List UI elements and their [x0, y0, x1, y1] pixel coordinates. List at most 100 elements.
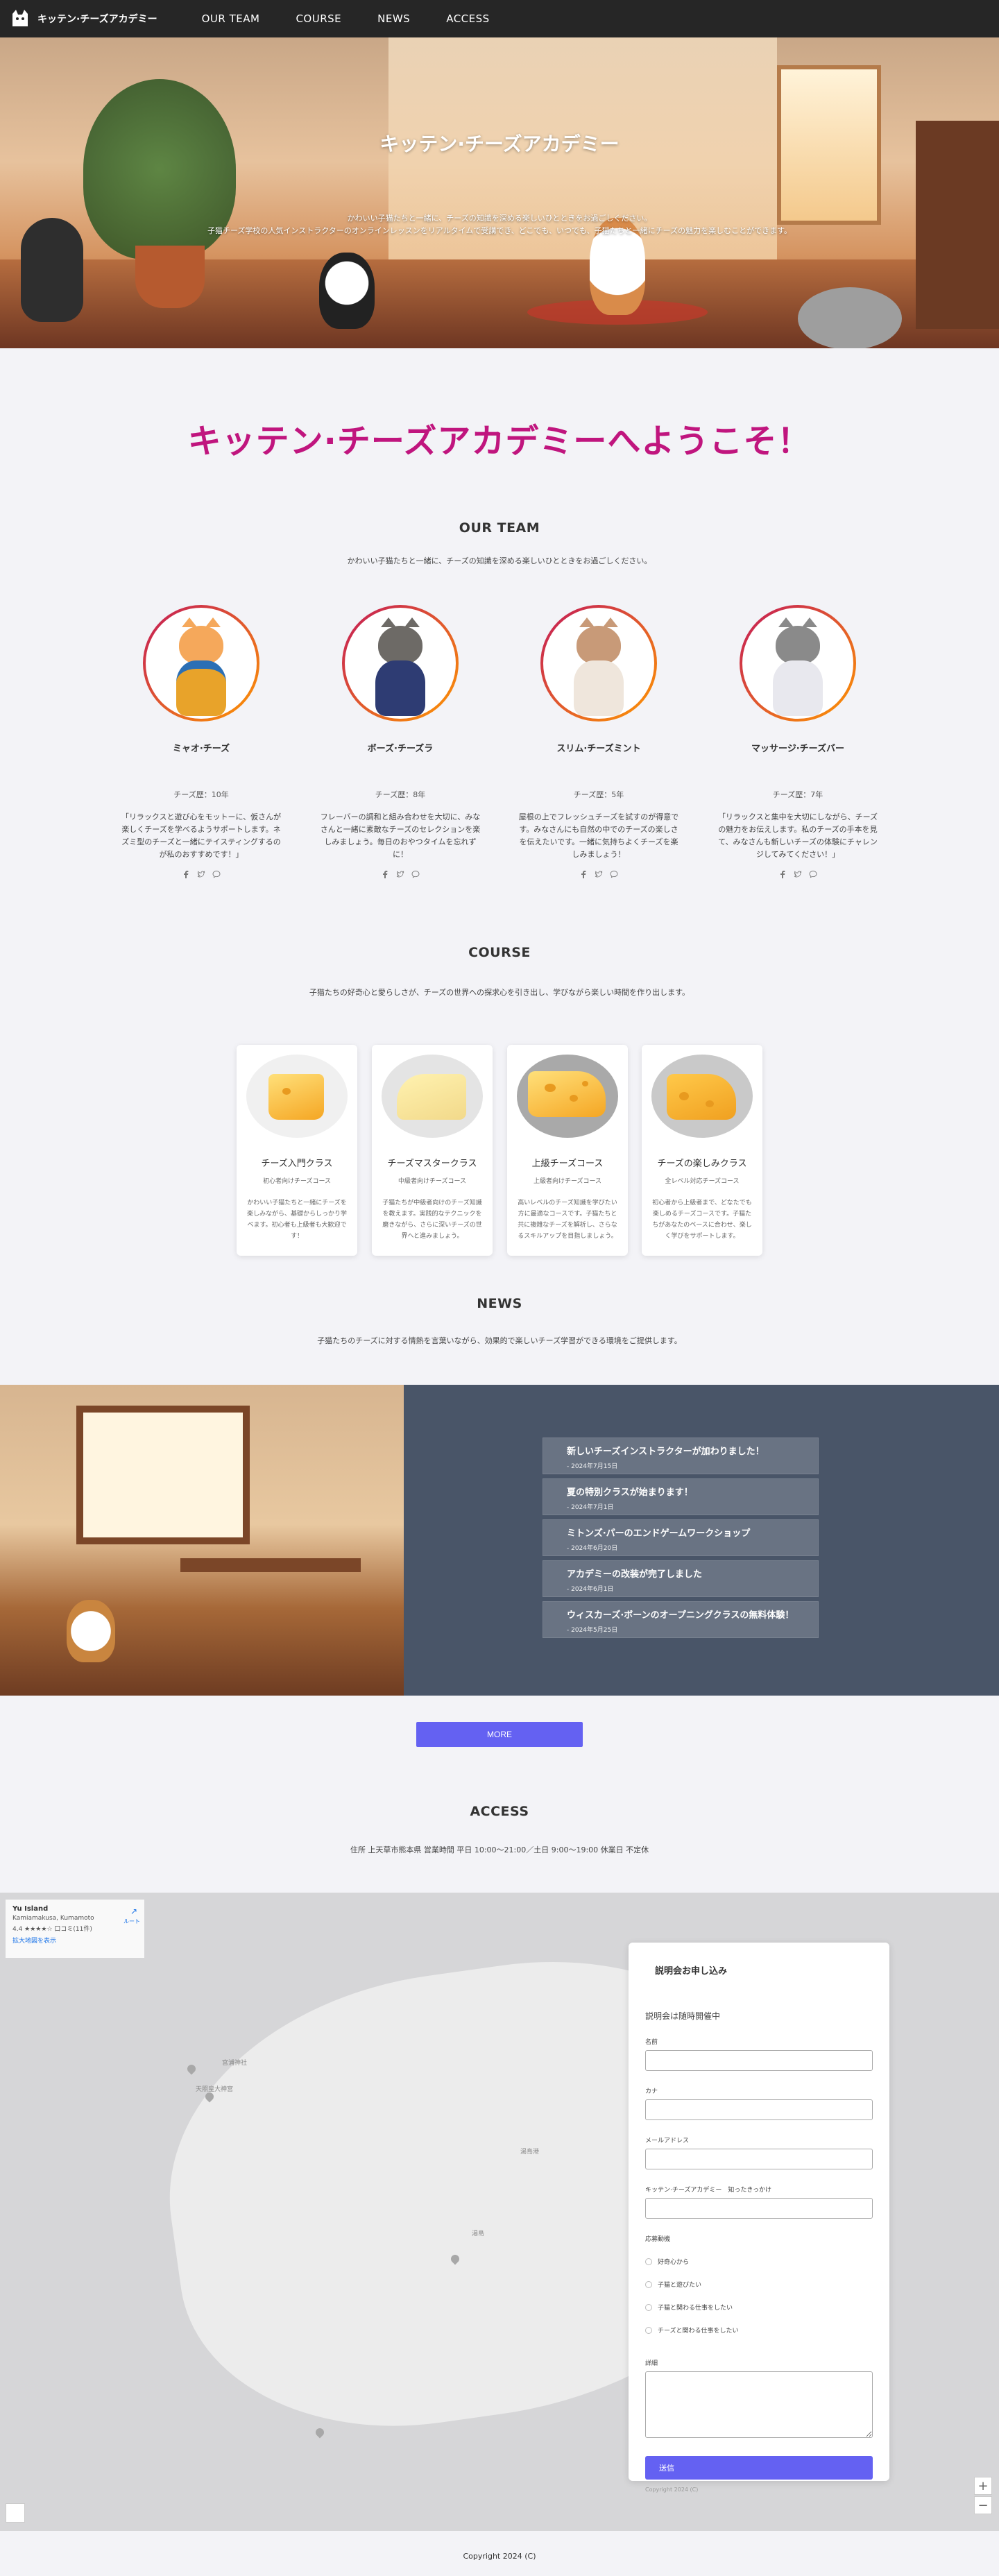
more-button[interactable]: MORE	[416, 1722, 583, 1747]
news-date: - 2024年5月25日	[567, 1627, 618, 1634]
course-desc: 子猫たちが中級者向けのチーズ知識を教えます。実践的なテクニックを磨きながら、さら…	[382, 1200, 482, 1240]
hero-title: キッテン·チーズアカデミー	[379, 133, 620, 155]
submit-button[interactable]: 送信	[645, 2456, 873, 2480]
course-card[interactable]: チーズの楽しみクラス 全レベル対応チーズコース 初心者から上級者まで、どなたでも…	[642, 1045, 762, 1256]
team-member-card: ボーズ·チーズラ チーズ歴：8年 フレーバーの調和と組み合わせを大切に、みなさん…	[317, 605, 484, 878]
kana-field[interactable]	[645, 2099, 873, 2120]
name-field[interactable]	[645, 2050, 873, 2071]
member-message: フレーバーの調和と組み合わせを大切に、みなさんと一緒に素敵なチーズのセレクション…	[320, 812, 481, 859]
facebook-icon[interactable]	[778, 868, 787, 878]
directions-label[interactable]: ルート	[123, 1918, 140, 1925]
team-member-card: マッサージ·チーズバー チーズ歴：7年 「リラックスと集中を大切にしながら、チー…	[715, 605, 881, 878]
news-room-image	[0, 1385, 404, 1696]
referral-field[interactable]	[645, 2198, 873, 2219]
nav-link-course[interactable]: COURSE	[296, 12, 341, 25]
cheese-image	[382, 1055, 483, 1138]
kana-label: カナ	[645, 2088, 658, 2095]
course-card[interactable]: チーズマスタークラス 中級者向けチーズコース 子猫たちが中級者向けのチーズ知識を…	[372, 1045, 493, 1256]
map-reviews[interactable]: 口コミ(11件)	[54, 1926, 92, 1933]
radio-button[interactable]	[645, 2258, 652, 2265]
radio-button[interactable]	[645, 2280, 652, 2288]
map-place-address: Kamiamakusa, Kumamoto	[12, 1915, 94, 1922]
news-date: - 2024年6月1日	[567, 1586, 614, 1593]
course-desc: 初心者から上級者まで、どなたでも楽しめるチーズコースです。子猫たちがあなたのペー…	[652, 1200, 752, 1240]
chat-icon[interactable]	[411, 868, 420, 878]
chat-icon[interactable]	[610, 868, 618, 878]
radio-button[interactable]	[645, 2326, 652, 2334]
street-view-icon[interactable]	[6, 2503, 25, 2523]
member-experience: チーズ歴：7年	[772, 790, 823, 799]
cat-logo-icon[interactable]	[8, 7, 32, 31]
nav-link-our-team[interactable]: OUR TEAM	[202, 12, 260, 25]
team-member-card: スリム·チーズミント チーズ歴：5年 屋根の上でフレッシュチーズを試すのが得意で…	[515, 605, 682, 878]
zoom-in-button[interactable]: +	[974, 2477, 992, 2495]
email-field[interactable]	[645, 2149, 873, 2169]
cheese-image	[246, 1055, 348, 1138]
course-section-desc: 子猫たちの好奇心と愛らしさが、チーズの世界への探求心を引き出し、学びながら楽しい…	[309, 988, 690, 997]
news-item[interactable]: 夏の特別クラスが始まります！ - 2024年7月1日	[543, 1478, 819, 1515]
course-title: 上級チーズコース	[531, 1159, 604, 1169]
motive-option[interactable]: チーズと関わる仕事をしたい	[645, 2326, 873, 2335]
course-desc: 高いレベルのチーズ知識を学びたい方に最適なコースです。子猫たちと共に複雑なチーズ…	[518, 1200, 617, 1240]
access-section-title: ACCESS	[470, 1804, 529, 1819]
motive-option[interactable]: 子猫と関わる仕事をしたい	[645, 2303, 873, 2312]
motive-option[interactable]: 好奇心から	[645, 2257, 873, 2266]
twitter-icon[interactable]	[595, 868, 603, 878]
news-item[interactable]: アカデミーの改装が完了しました - 2024年6月1日	[543, 1560, 819, 1597]
radio-button[interactable]	[645, 2303, 652, 2311]
hero-subtitle-1: かわいい子猫たちと一緒に、チーズの知識を深める楽しいひとときをお過ごしください。	[347, 214, 652, 223]
member-message: 屋根の上でフレッシュチーズを試すのが得意です。みなさんにも自然の中でのチーズの楽…	[518, 812, 679, 859]
member-message: 「リラックスと遊び心をモットーに、仮さんが楽しくチーズを学べるようサポートします…	[121, 812, 282, 859]
nav-link-news[interactable]: NEWS	[377, 12, 410, 25]
news-section-title: NEWS	[477, 1296, 522, 1311]
nav-link-access[interactable]: ACCESS	[446, 12, 489, 25]
news-item[interactable]: ミトンズ·パーのエンドゲームワークショップ - 2024年6月20日	[543, 1519, 819, 1556]
motive-option[interactable]: 子猫と遊びたい	[645, 2280, 873, 2289]
hero-pot	[135, 246, 205, 308]
footer: Copyright 2024 (C)	[0, 2531, 999, 2576]
twitter-icon[interactable]	[197, 868, 205, 878]
motive-label: 応募動機	[645, 2236, 671, 2243]
twitter-icon[interactable]	[794, 868, 802, 878]
directions-icon[interactable]: ↗	[130, 1907, 137, 1916]
member-message: 「リラックスと集中を大切にしながら、チーズの魅力をお伝えします。私のチーズの手本…	[717, 812, 878, 859]
course-card[interactable]: チーズ入門クラス 初心者向けチーズコース かわいい子猫たちと一緒にチーズを楽しみ…	[237, 1045, 357, 1256]
map-label: 湯島港	[520, 2149, 540, 2156]
chat-icon[interactable]	[809, 868, 817, 878]
detail-label: 詳細	[645, 2360, 658, 2367]
facebook-icon[interactable]	[381, 868, 389, 878]
map-label: 湯島	[472, 2230, 485, 2237]
social-links	[515, 868, 682, 878]
news-title: ミトンズ·パーのエンドゲームワークショップ	[567, 1528, 751, 1539]
zoom-out-button[interactable]: −	[974, 2496, 992, 2514]
map-label: 宮浦神社	[222, 2060, 248, 2067]
course-card[interactable]: 上級チーズコース 上級者向けチーズコース 高いレベルのチーズ知識を学びたい方に最…	[507, 1045, 628, 1256]
avatar	[143, 605, 259, 722]
form-title: 説明会お申し込み	[655, 1966, 728, 1977]
detail-textarea[interactable]	[645, 2371, 873, 2438]
social-links	[317, 868, 484, 878]
map-larger-link[interactable]: 拡大地図を表示	[12, 1936, 137, 1945]
course-subtitle: 中級者向けチーズコース	[398, 1178, 467, 1185]
news-date: - 2024年7月15日	[567, 1463, 618, 1470]
avatar	[740, 605, 856, 722]
hero-cat-black-white	[319, 253, 375, 329]
map-place-name: Yu Island	[12, 1905, 49, 1913]
welcome-heading: キッテン·チーズアカデミーへようこそ！	[187, 422, 812, 461]
course-subtitle: 初心者向けチーズコース	[262, 1178, 332, 1185]
member-experience: チーズ歴：8年	[375, 790, 426, 799]
news-item[interactable]: ウィスカーズ·ボーンのオープニングクラスの無料体験！ - 2024年5月25日	[543, 1601, 819, 1638]
facebook-icon[interactable]	[579, 868, 588, 878]
facebook-icon[interactable]	[182, 868, 190, 878]
member-name: スリム·チーズミント	[556, 744, 641, 754]
course-title: チーズの楽しみクラス	[657, 1159, 747, 1169]
news-date: - 2024年7月1日	[567, 1504, 614, 1511]
news-item[interactable]: 新しいチーズインストラクターが加わりました！ - 2024年7月15日	[543, 1438, 819, 1474]
chat-icon[interactable]	[212, 868, 221, 878]
twitter-icon[interactable]	[396, 868, 404, 878]
map-label: 天照皇大神宮	[196, 2086, 234, 2093]
brand-name[interactable]: キッテン·チーズアカデミー	[37, 12, 157, 26]
hero-subtitle-2: 子猫チーズ学校の人気インストラクターのオンラインレッスンをリアルタイムで受講でき…	[207, 226, 792, 235]
avatar	[540, 605, 657, 722]
course-subtitle: 上級者向けチーズコース	[533, 1178, 602, 1185]
